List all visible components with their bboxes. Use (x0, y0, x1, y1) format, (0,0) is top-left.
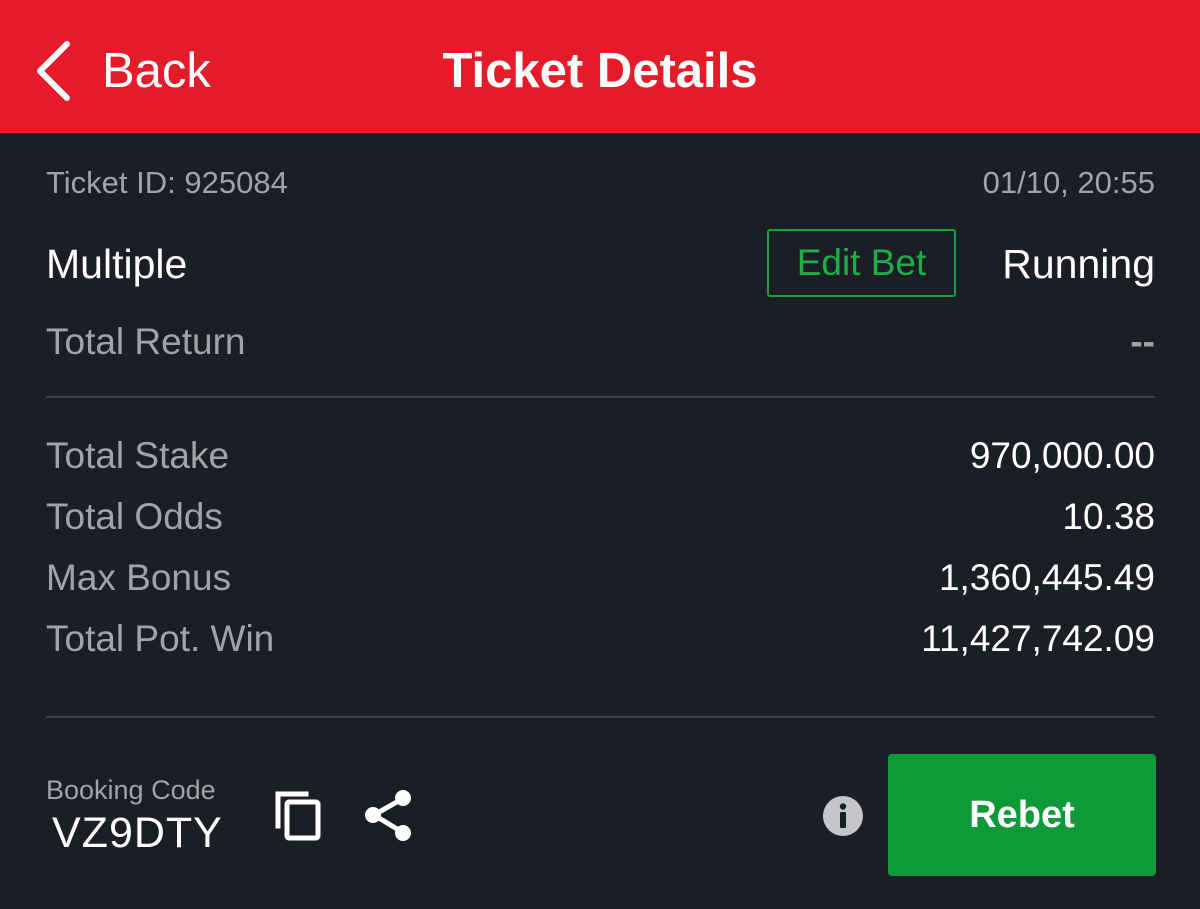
total-stake-label: Total Stake (46, 435, 230, 476)
total-return-label: Total Return (46, 321, 246, 362)
copy-icon (275, 791, 321, 841)
edit-bet-button[interactable]: Edit Bet (767, 229, 956, 297)
info-button[interactable] (822, 795, 864, 837)
total-stake-value: 970,000.00 (969, 435, 1155, 476)
share-icon (365, 790, 411, 841)
total-odds-value: 10.38 (1062, 496, 1155, 537)
booking-code: VZ9DTY (52, 809, 223, 857)
total-return-value: -- (1130, 321, 1155, 362)
page-title: Ticket Details (442, 44, 758, 98)
share-button[interactable] (362, 788, 416, 844)
total-pot-win-label: Total Pot. Win (46, 618, 275, 659)
divider (46, 396, 1155, 398)
max-bonus-label: Max Bonus (46, 557, 232, 598)
total-odds-label: Total Odds (46, 496, 223, 537)
total-pot-win-value: 11,427,742.09 (921, 618, 1155, 659)
ticket-id: Ticket ID: 925084 (46, 165, 288, 200)
ticket-status: Running (1002, 241, 1155, 287)
header-bar: Back Ticket Details (0, 0, 1200, 133)
info-icon (823, 796, 863, 836)
rebet-button[interactable]: Rebet (888, 754, 1156, 876)
booking-code-label: Booking Code (46, 775, 216, 805)
copy-button[interactable] (272, 788, 324, 842)
divider (46, 716, 1155, 718)
bet-type: Multiple (46, 241, 188, 287)
ticket-datetime: 01/10, 20:55 (982, 165, 1155, 200)
max-bonus-value: 1,360,445.49 (938, 557, 1155, 598)
